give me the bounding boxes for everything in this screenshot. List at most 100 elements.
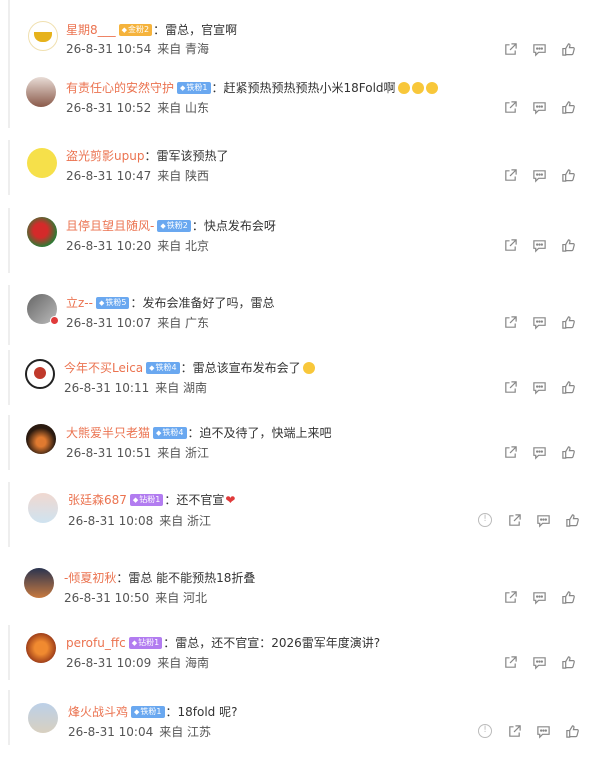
comment-location: 来自 北京: [157, 239, 210, 253]
comment-text: ：雷总，还不官宣：2026雷军年度演讲?: [163, 636, 381, 650]
comment-button[interactable]: [531, 237, 547, 253]
comment-icon: [532, 380, 547, 395]
comment-icon: [532, 238, 547, 253]
comment-button[interactable]: [531, 444, 547, 460]
username[interactable]: 今年不买Leica: [64, 360, 143, 376]
share-button[interactable]: [502, 654, 518, 670]
avatar[interactable]: [28, 703, 58, 733]
comment-button[interactable]: [531, 41, 547, 57]
like-icon: [561, 590, 576, 605]
username[interactable]: 烽火战斗鸡: [68, 704, 128, 720]
comment-actions: !: [464, 723, 580, 739]
username[interactable]: 张廷森687: [68, 492, 127, 508]
comment-location: 来自 青海: [157, 42, 210, 56]
like-button[interactable]: [564, 512, 580, 528]
share-button[interactable]: [502, 589, 518, 605]
share-button[interactable]: [502, 167, 518, 183]
like-button[interactable]: [560, 444, 576, 460]
card-edge: [8, 140, 10, 195]
avatar[interactable]: [26, 633, 56, 663]
comment-icon: [532, 168, 547, 183]
like-button[interactable]: [560, 314, 576, 330]
like-button[interactable]: [560, 41, 576, 57]
comment-icon: [532, 100, 547, 115]
crying-emoji-icon: [425, 82, 438, 94]
comment-button[interactable]: [535, 723, 551, 739]
comment-time: 26-8-31 10:52: [66, 101, 152, 115]
username[interactable]: 且停且望且随风-: [66, 218, 154, 234]
share-button[interactable]: [502, 237, 518, 253]
fan-badge[interactable]: ◆ 铁粉2: [157, 220, 191, 232]
heart-icon: ❤: [225, 493, 236, 507]
fan-badge[interactable]: ◆ 钻粉1: [129, 494, 164, 506]
comment-button[interactable]: [531, 314, 547, 330]
card-edge: [8, 70, 10, 128]
username[interactable]: 大熊爱半只老猫: [66, 425, 150, 441]
share-button[interactable]: [502, 444, 518, 460]
like-button[interactable]: [560, 99, 576, 115]
share-button[interactable]: [506, 723, 522, 739]
avatar[interactable]: [25, 359, 55, 389]
share-icon: [503, 655, 518, 670]
username[interactable]: 星期8___: [66, 22, 116, 38]
share-button[interactable]: [502, 379, 518, 395]
username[interactable]: -倾夏初秋: [64, 570, 116, 586]
card-edge: [8, 690, 10, 745]
comment-icon: [532, 655, 547, 670]
comment-text: ：快点发布会呀: [191, 219, 276, 233]
comment-actions: !: [464, 512, 580, 528]
fan-badge[interactable]: ◆ 铁粉4: [153, 427, 187, 439]
comment-actions: [489, 589, 576, 605]
report-button[interactable]: !: [477, 512, 493, 528]
share-button[interactable]: [502, 314, 518, 330]
card-edge: [8, 0, 10, 70]
avatar[interactable]: [24, 568, 54, 598]
avatar[interactable]: [27, 217, 57, 247]
avatar[interactable]: [28, 21, 58, 51]
like-icon: [561, 168, 576, 183]
fan-badge[interactable]: ◆ 钻粉1: [128, 637, 163, 649]
share-button[interactable]: [502, 99, 518, 115]
avatar[interactable]: [26, 77, 56, 107]
comment-button[interactable]: [535, 512, 551, 528]
share-button[interactable]: [502, 41, 518, 57]
fan-badge[interactable]: ◆ 铁粉4: [146, 362, 180, 374]
comment-time: 26-8-31 10:20: [66, 239, 152, 253]
like-button[interactable]: [560, 237, 576, 253]
username[interactable]: perofu_ffc: [66, 635, 126, 651]
username[interactable]: 有责任心的安然守护: [66, 80, 174, 96]
username[interactable]: 盗光剪影upup: [66, 148, 144, 164]
comment-icon: [536, 724, 551, 739]
comment-time: 26-8-31 10:51: [66, 446, 152, 460]
fan-badge[interactable]: ◆ 铁粉5: [95, 297, 130, 309]
share-icon: [503, 445, 518, 460]
comment-text: ：迫不及待了，快端上来吧: [187, 426, 332, 440]
share-button[interactable]: [506, 512, 522, 528]
share-icon: [503, 42, 518, 57]
avatar[interactable]: [27, 148, 57, 178]
crying-emoji-icon: [411, 82, 424, 94]
card-edge: [8, 285, 10, 345]
comment-button[interactable]: [531, 654, 547, 670]
like-icon: [561, 655, 576, 670]
fan-badge[interactable]: ◆ 金粉2: [118, 24, 153, 36]
comment-icon: [532, 42, 547, 57]
avatar[interactable]: [28, 493, 58, 523]
like-button[interactable]: [560, 654, 576, 670]
fan-badge[interactable]: ◆ 铁粉1: [131, 706, 165, 718]
comment-button[interactable]: [531, 167, 547, 183]
like-icon: [565, 513, 580, 528]
avatar[interactable]: [26, 424, 56, 454]
like-button[interactable]: [560, 379, 576, 395]
comment-button[interactable]: [531, 379, 547, 395]
comment-button[interactable]: [531, 589, 547, 605]
fan-badge[interactable]: ◆ 铁粉1: [177, 82, 211, 94]
report-button[interactable]: !: [477, 723, 493, 739]
username[interactable]: 立z--: [66, 295, 93, 311]
like-button[interactable]: [560, 589, 576, 605]
comment-text: ：雷总 能不能预热18折叠: [116, 571, 256, 585]
like-button[interactable]: [564, 723, 580, 739]
comment-button[interactable]: [531, 99, 547, 115]
report-icon: !: [478, 724, 492, 738]
like-button[interactable]: [560, 167, 576, 183]
